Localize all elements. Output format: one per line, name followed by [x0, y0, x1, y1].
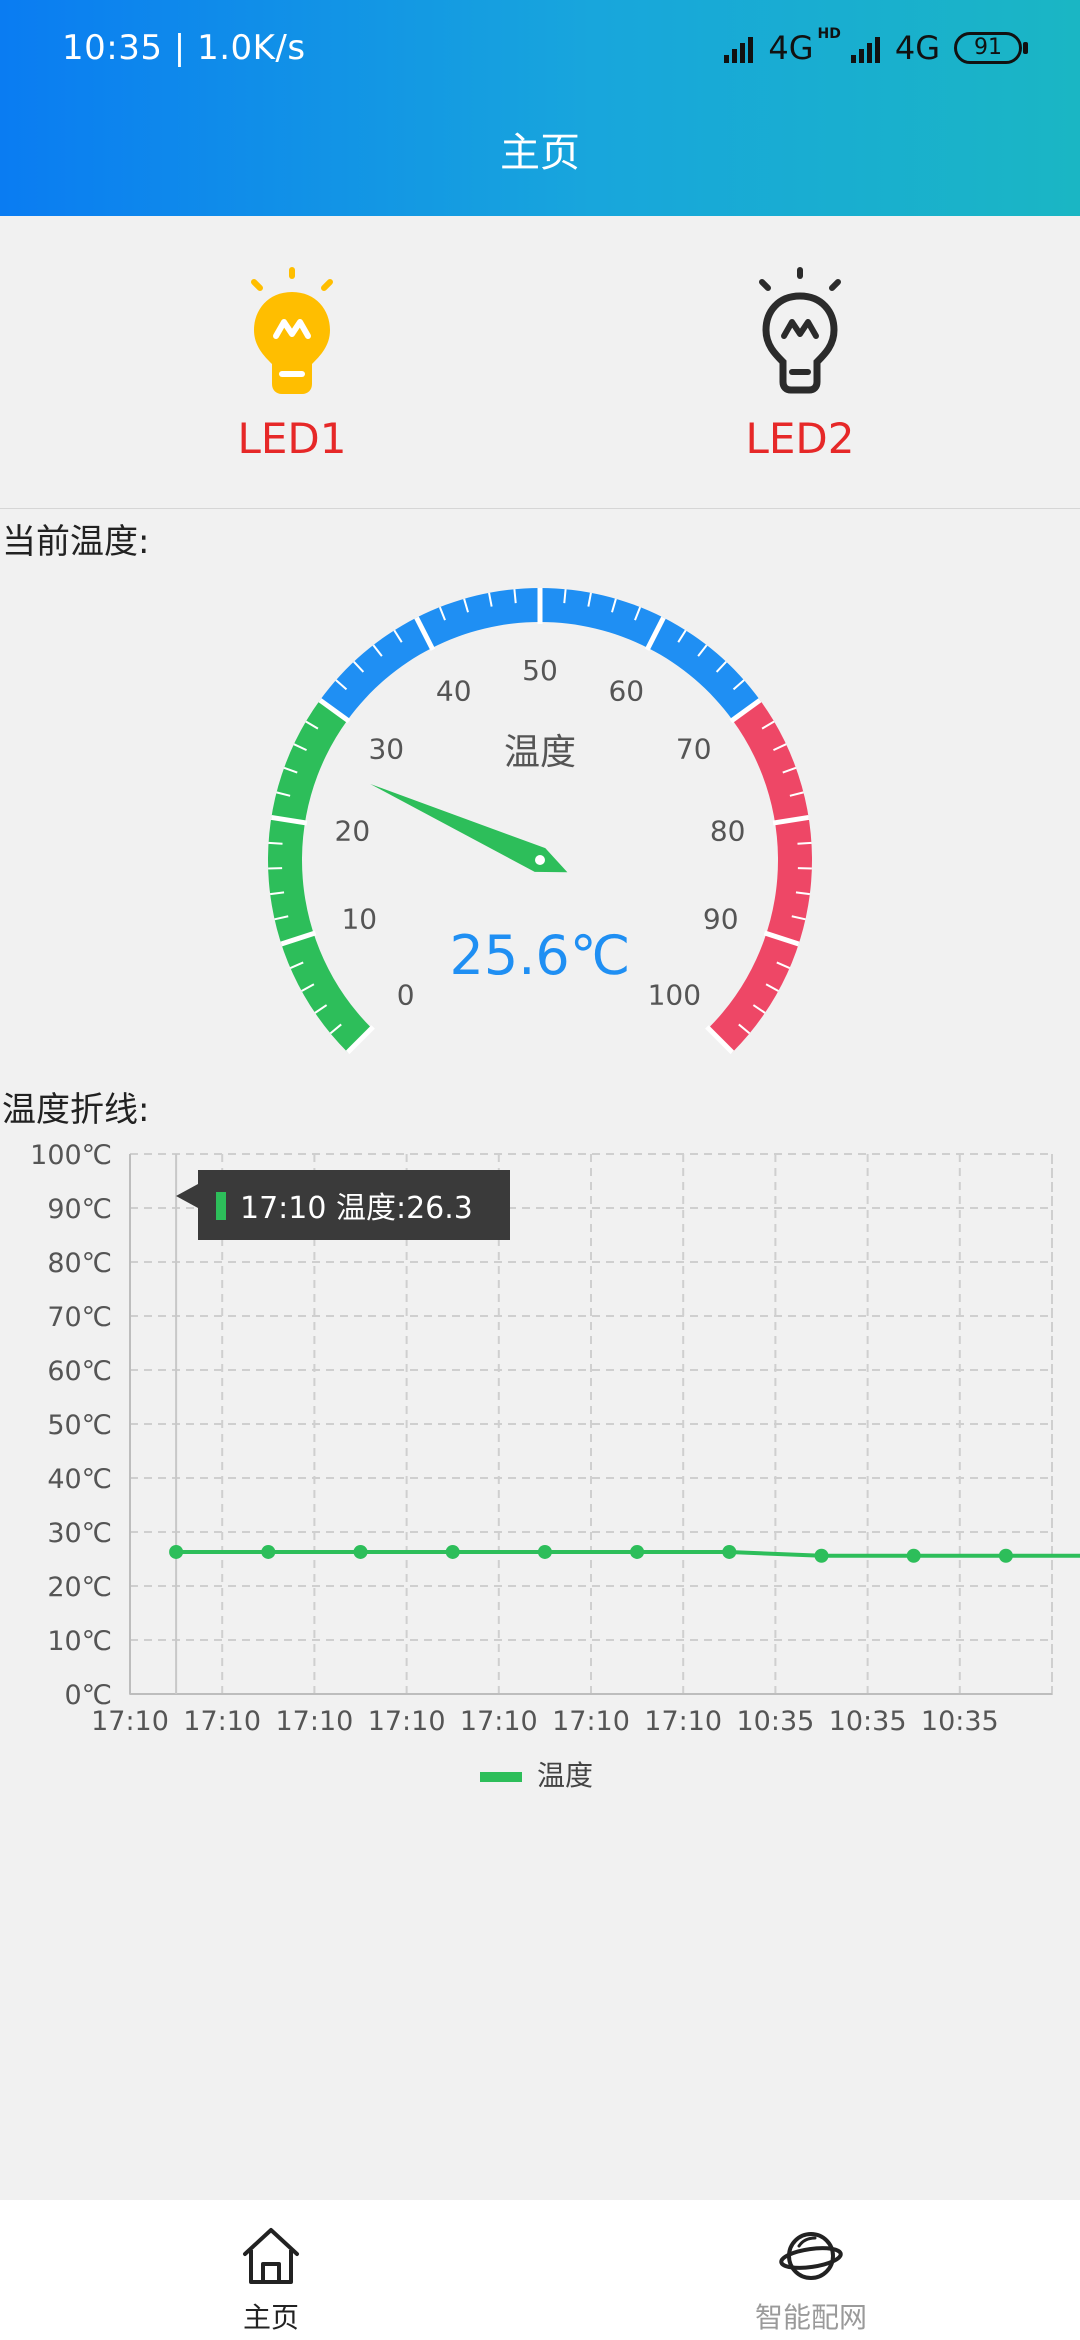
- series-point[interactable]: [722, 1544, 737, 1559]
- chart-y-tick: 80℃: [47, 1248, 112, 1279]
- bottom-tab-bar: 主页 智能配网: [0, 2200, 1080, 2340]
- chart-x-tick: 10:35: [921, 1706, 999, 1737]
- series-point[interactable]: [353, 1544, 368, 1559]
- page-title: 主页: [500, 130, 580, 176]
- signal-icon: [724, 37, 754, 63]
- network-speed: 1.0K/s: [197, 28, 306, 68]
- series-point[interactable]: [630, 1544, 645, 1559]
- led2-label: LED2: [745, 414, 855, 463]
- gauge-tick-label: 40: [436, 675, 472, 708]
- chart-x-tick: 17:10: [275, 1706, 353, 1737]
- current-temp-label: 当前温度:: [2, 522, 150, 562]
- status-time: 10:35: [62, 28, 163, 68]
- gauge-tick-label: 20: [335, 814, 371, 847]
- led1-toggle[interactable]: LED1: [192, 266, 392, 463]
- gauge-tick-label: 10: [341, 903, 377, 936]
- temperature-line-chart: 0℃10℃20℃30℃40℃50℃60℃70℃80℃90℃100℃ 17:10 1…: [30, 1140, 1080, 1792]
- status-bar-left: 10:35 | 1.0K/s: [62, 28, 306, 68]
- gauge-tick-label: 60: [608, 675, 644, 708]
- led2-toggle[interactable]: LED2: [700, 266, 900, 463]
- chart-x-tick: 17:10: [552, 1706, 630, 1737]
- series-point[interactable]: [445, 1544, 460, 1559]
- line-chart-label: 温度折线:: [2, 1090, 150, 1130]
- hd-badge: HD: [817, 26, 841, 42]
- series-point[interactable]: [998, 1548, 1013, 1563]
- gauge-value: 25.6℃: [450, 924, 631, 987]
- chart-x-tick: 17:10: [91, 1706, 169, 1737]
- gauge-tick-label: 50: [522, 654, 558, 687]
- chart-y-tick: 70℃: [47, 1302, 112, 1333]
- chart-y-tick: 50℃: [47, 1410, 112, 1441]
- gauge-title: 温度: [504, 732, 576, 773]
- series-point[interactable]: [261, 1544, 276, 1559]
- chart-y-tick: 100℃: [30, 1140, 112, 1171]
- legend-label: 温度: [537, 1759, 593, 1792]
- gauge-tick-label: 100: [648, 978, 701, 1011]
- chart-x-tick: 17:10: [368, 1706, 446, 1737]
- network-type-1: 4G: [768, 29, 814, 67]
- gauge-minor-tick: [797, 841, 812, 845]
- planet-icon: [779, 2232, 843, 2280]
- gauge-tick-label: 90: [703, 903, 739, 936]
- series-point[interactable]: [814, 1548, 829, 1563]
- tab-network-config[interactable]: 智能配网: [711, 2224, 911, 2336]
- chart-x-tick: 17:10: [644, 1706, 722, 1737]
- tab-network-config-label: 智能配网: [754, 2301, 867, 2334]
- gauge-tick-label: 80: [710, 814, 746, 847]
- gauge-tick-label: 30: [368, 732, 404, 765]
- chart-x-tick: 17:10: [460, 1706, 538, 1737]
- gauge-tick-label: 0: [397, 978, 415, 1011]
- network-type-2: 4G: [894, 29, 940, 67]
- gauge-band-high: [708, 700, 812, 1053]
- gauge-pivot: [535, 855, 545, 865]
- lightbulb-off-icon: [759, 267, 841, 394]
- status-bar-right: 4G HD 4G 91: [722, 26, 1028, 70]
- chart-y-tick: 10℃: [47, 1626, 112, 1657]
- led1-label: LED1: [237, 414, 347, 463]
- signal-icon-2: [850, 37, 880, 63]
- gauge-minor-tick: [513, 589, 517, 604]
- tab-home[interactable]: 主页: [171, 2224, 371, 2336]
- home-icon: [243, 2228, 299, 2284]
- chart-x-tick: 17:10: [183, 1706, 261, 1737]
- chart-x-tick: 10:35: [736, 1706, 814, 1737]
- series-point[interactable]: [169, 1544, 184, 1559]
- gauge-tick-label: 70: [676, 732, 712, 765]
- gauge-minor-tick: [563, 589, 567, 604]
- series-line: [176, 1549, 1080, 1558]
- chart-y-tick: 40℃: [47, 1464, 112, 1495]
- gauge-band-low: [267, 700, 372, 1053]
- chart-y-tick: 30℃: [47, 1518, 112, 1549]
- chart-x-tick: 10:35: [829, 1706, 907, 1737]
- chart-y-tick: 20℃: [47, 1572, 112, 1603]
- app-header: 10:35 | 1.0K/s 4G HD 4G 91 主页: [0, 0, 1080, 216]
- chart-y-tick: 60℃: [47, 1356, 112, 1387]
- temperature-gauge: 0 10 20 30 40 50 60 70 80 90 100 温度 25.6℃: [267, 588, 812, 1055]
- tab-home-label: 主页: [242, 2301, 299, 2334]
- tooltip-text: 17:10 温度:26.3: [240, 1191, 473, 1226]
- led-panel: LED1 LED2: [0, 216, 1080, 509]
- gauge-minor-tick: [268, 841, 283, 845]
- series-point[interactable]: [537, 1544, 552, 1559]
- chart-y-tick: 90℃: [47, 1194, 112, 1225]
- battery-icon: 91: [954, 32, 1028, 64]
- lightbulb-on-icon: [251, 267, 333, 394]
- chart-tooltip: 17:10 温度:26.3: [176, 1170, 510, 1240]
- chart-legend[interactable]: 温度: [480, 1759, 593, 1792]
- series-point[interactable]: [906, 1548, 921, 1563]
